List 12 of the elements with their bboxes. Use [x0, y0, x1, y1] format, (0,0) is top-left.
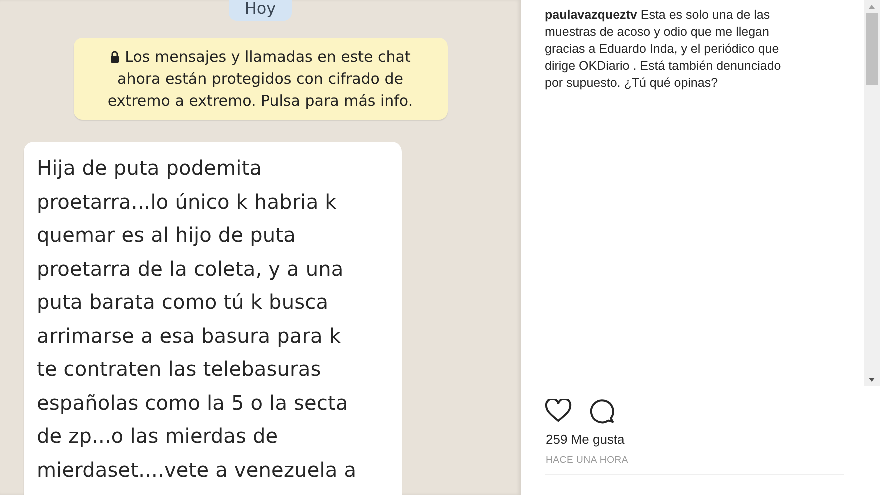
scrollbar[interactable]	[864, 0, 880, 386]
lock-icon	[110, 51, 120, 63]
scroll-thumb[interactable]	[866, 13, 878, 85]
encryption-notice[interactable]: Los mensajes y llamadas en este chat ahora están protegidos con cifrado de extremo a extremo. Pulsa para más info.	[74, 38, 448, 120]
message-text: Hija de puta podemita proetarra...lo único k habria k quemar es al hijo de puta proetarra de la coleta, y a una puta barata como tú k busca arrimarse a esa basura para k te contraten las telebasuras españolas como la 5 o la secta de zp...o las mierdas de mierdaset....vete a venezuela a	[37, 155, 358, 484]
heart-icon[interactable]	[545, 399, 572, 423]
scroll-down-icon[interactable]	[868, 376, 876, 384]
date-chip: Hoy	[228, 0, 292, 21]
post-caption: paulavazqueztv Esta es solo una de las muestras de acoso y odio que me llegan gracias a Eduardo Inda, y el periódico que dirige OKDiario . Está también denunciado por supuesto. ¿Tú qué opinas?	[544, 7, 782, 92]
comment-icon[interactable]	[590, 399, 615, 424]
post-time: HACE UNA HORA	[545, 454, 630, 466]
likes-count[interactable]: 259 Me gusta	[521, 424, 880, 447]
